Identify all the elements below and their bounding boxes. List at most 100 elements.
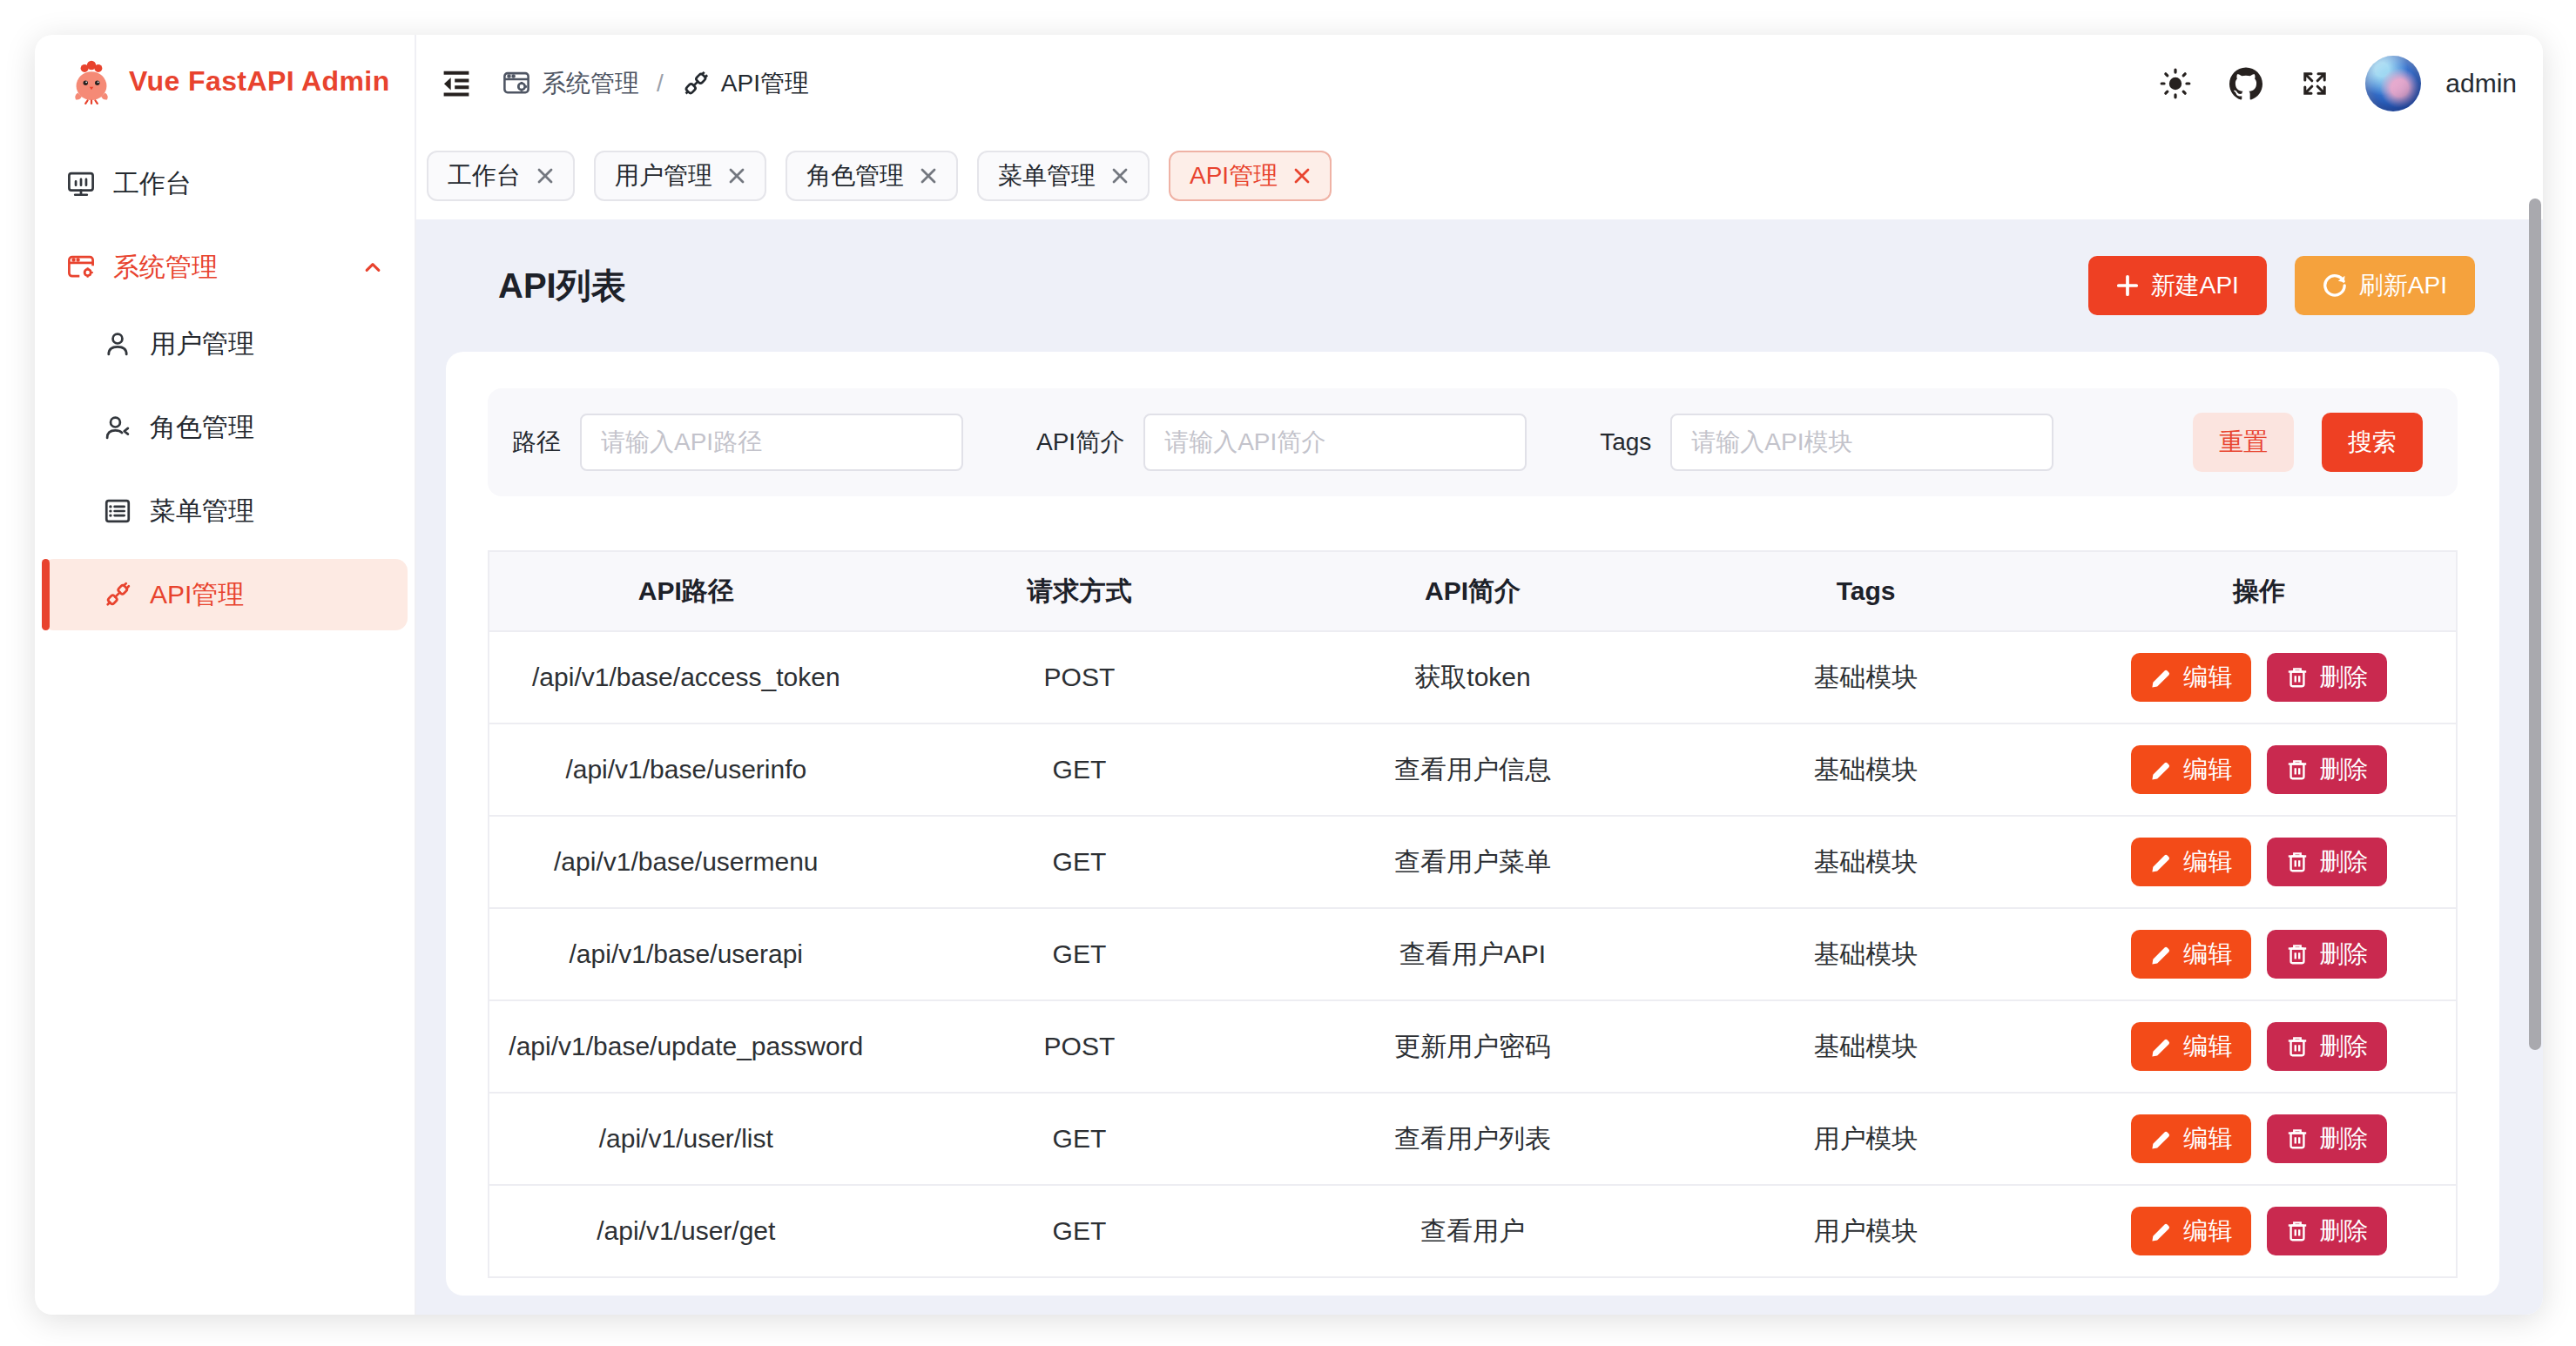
table-row: /api/v1/user/getGET查看用户用户模块 编辑删除 bbox=[489, 1186, 2456, 1278]
username[interactable]: admin bbox=[2445, 69, 2517, 98]
theme-toggle-icon[interactable] bbox=[2160, 68, 2191, 99]
edit-button[interactable]: 编辑 bbox=[2131, 1114, 2251, 1163]
tab-角色管理[interactable]: 角色管理 bbox=[786, 151, 958, 201]
cell-method: GET bbox=[883, 847, 1277, 877]
delete-button[interactable]: 删除 bbox=[2267, 1114, 2387, 1163]
path-input[interactable] bbox=[580, 414, 963, 471]
table-row: /api/v1/base/userinfoGET查看用户信息基础模块编辑删除 bbox=[489, 724, 2456, 817]
trash-icon bbox=[2286, 1220, 2309, 1242]
column-header: 操作 bbox=[2062, 574, 2456, 609]
sidebar-item-workbench[interactable]: 工作台 bbox=[42, 148, 408, 219]
system-icon bbox=[66, 252, 96, 282]
cell-method: GET bbox=[883, 1124, 1277, 1154]
edit-button[interactable]: 编辑 bbox=[2131, 1022, 2251, 1071]
app-title: Vue FastAPI Admin bbox=[129, 65, 390, 98]
sidebar: Vue FastAPI Admin 工作台系统管理用户管理角色管理菜单管理 API… bbox=[35, 35, 416, 1315]
tab-bar: 工作台用户管理角色管理菜单管理 API管理 bbox=[416, 132, 2543, 219]
reset-button[interactable]: 重置 bbox=[2193, 413, 2294, 472]
filter-label-summary: API简介 bbox=[1036, 426, 1124, 459]
sidebar-item-api[interactable]: API管理 bbox=[42, 559, 408, 630]
close-tab-icon[interactable] bbox=[536, 167, 554, 185]
sidebar-item-system[interactable]: 系统管理 bbox=[42, 232, 408, 303]
delete-button[interactable]: 删除 bbox=[2267, 653, 2387, 702]
close-tab-icon[interactable] bbox=[1293, 167, 1311, 185]
sidebar-item-menu[interactable]: 菜单管理 bbox=[42, 475, 408, 547]
delete-button[interactable]: 删除 bbox=[2267, 1207, 2387, 1255]
trash-icon bbox=[2286, 1035, 2309, 1058]
cell-path: /api/v1/user/get bbox=[489, 1216, 883, 1246]
tab-用户管理[interactable]: 用户管理 bbox=[594, 151, 766, 201]
edit-button[interactable]: 编辑 bbox=[2131, 1207, 2251, 1255]
pencil-icon bbox=[2150, 758, 2173, 781]
edit-button[interactable]: 编辑 bbox=[2131, 930, 2251, 979]
summary-input[interactable] bbox=[1143, 414, 1527, 471]
cell-method: GET bbox=[883, 939, 1277, 969]
breadcrumb: 系统管理 / API管理 bbox=[502, 67, 809, 100]
table-row: /api/v1/base/usermenuGET查看用户菜单基础模块 编辑删除 bbox=[489, 817, 2456, 909]
filter-label-path: 路径 bbox=[512, 426, 561, 459]
cell-tags: 用户模块 bbox=[1669, 1214, 2063, 1249]
table-row: /api/v1/user/listGET查看用户列表用户模块 编辑删除 bbox=[489, 1094, 2456, 1186]
github-icon[interactable] bbox=[2229, 67, 2262, 100]
refresh-api-button[interactable]: 刷新API bbox=[2295, 256, 2475, 315]
cell-summary: 查看用户信息 bbox=[1276, 752, 1669, 788]
table-row: /api/v1/base/userapiGET查看用户API基础模块编辑删除 bbox=[489, 909, 2456, 1001]
close-tab-icon[interactable] bbox=[1111, 167, 1129, 185]
table-header: API路径请求方式API简介Tags操作 bbox=[489, 552, 2456, 632]
edit-button[interactable]: 编辑 bbox=[2131, 745, 2251, 794]
cell-path: /api/v1/base/userapi bbox=[489, 939, 883, 969]
user-icon bbox=[103, 329, 132, 359]
edit-button[interactable]: 编辑 bbox=[2131, 838, 2251, 886]
pencil-icon bbox=[2150, 943, 2173, 966]
scrollbar-thumb[interactable] bbox=[2529, 199, 2541, 1050]
workbench-icon bbox=[66, 169, 96, 199]
pencil-icon bbox=[2150, 666, 2173, 689]
delete-button[interactable]: 删除 bbox=[2267, 838, 2387, 886]
fullscreen-icon[interactable] bbox=[2301, 70, 2329, 98]
tab-工作台[interactable]: 工作台 bbox=[427, 151, 575, 201]
delete-button[interactable]: 删除 bbox=[2267, 745, 2387, 794]
edit-button[interactable]: 编辑 bbox=[2131, 653, 2251, 702]
close-tab-icon[interactable] bbox=[920, 167, 937, 185]
cell-path: /api/v1/base/userinfo bbox=[489, 755, 883, 784]
sidebar-item-role[interactable]: 角色管理 bbox=[42, 392, 408, 463]
plus-icon bbox=[2116, 274, 2139, 297]
cell-path: /api/v1/base/usermenu bbox=[489, 847, 883, 877]
cell-summary: 查看用户列表 bbox=[1276, 1121, 1669, 1157]
cell-tags: 基础模块 bbox=[1669, 660, 2063, 696]
close-tab-icon[interactable] bbox=[728, 167, 745, 185]
cell-tags: 基础模块 bbox=[1669, 752, 2063, 788]
new-api-button[interactable]: 新建API bbox=[2088, 256, 2267, 315]
table-row: /api/v1/base/access_tokenPOST获取token基础模块… bbox=[489, 632, 2456, 724]
column-header: API简介 bbox=[1276, 574, 1669, 609]
breadcrumb-system[interactable]: 系统管理 bbox=[502, 67, 639, 100]
logo[interactable]: Vue FastAPI Admin bbox=[35, 35, 415, 104]
tags-input[interactable] bbox=[1670, 414, 2053, 471]
cell-tags: 基础模块 bbox=[1669, 1029, 2063, 1065]
cell-method: POST bbox=[883, 1032, 1277, 1061]
collapse-sidebar-icon[interactable] bbox=[441, 68, 472, 99]
page-title: API列表 bbox=[498, 262, 626, 310]
cell-tags: 基础模块 bbox=[1669, 845, 2063, 880]
delete-button[interactable]: 删除 bbox=[2267, 930, 2387, 979]
delete-button[interactable]: 删除 bbox=[2267, 1022, 2387, 1071]
cell-method: GET bbox=[883, 1216, 1277, 1246]
sidebar-item-user[interactable]: 用户管理 bbox=[42, 308, 408, 380]
search-button[interactable]: 搜索 bbox=[2322, 413, 2423, 472]
tab-API管理[interactable]: API管理 bbox=[1169, 151, 1332, 201]
cell-path: /api/v1/user/list bbox=[489, 1124, 883, 1154]
cell-tags: 用户模块 bbox=[1669, 1121, 2063, 1157]
tab-菜单管理[interactable]: 菜单管理 bbox=[977, 151, 1150, 201]
chevron-up-icon bbox=[362, 257, 383, 278]
cell-summary: 查看用户 bbox=[1276, 1214, 1669, 1249]
avatar[interactable] bbox=[2365, 56, 2421, 111]
breadcrumb-api[interactable]: API管理 bbox=[681, 67, 809, 100]
column-header: API路径 bbox=[489, 574, 883, 609]
cell-summary: 查看用户菜单 bbox=[1276, 845, 1669, 880]
trash-icon bbox=[2286, 943, 2309, 966]
breadcrumb-separator: / bbox=[657, 70, 664, 98]
api-table: API路径请求方式API简介Tags操作 /api/v1/base/access… bbox=[488, 550, 2458, 1278]
column-header: 请求方式 bbox=[883, 574, 1277, 609]
pencil-icon bbox=[2150, 1127, 2173, 1150]
trash-icon bbox=[2286, 1127, 2309, 1150]
